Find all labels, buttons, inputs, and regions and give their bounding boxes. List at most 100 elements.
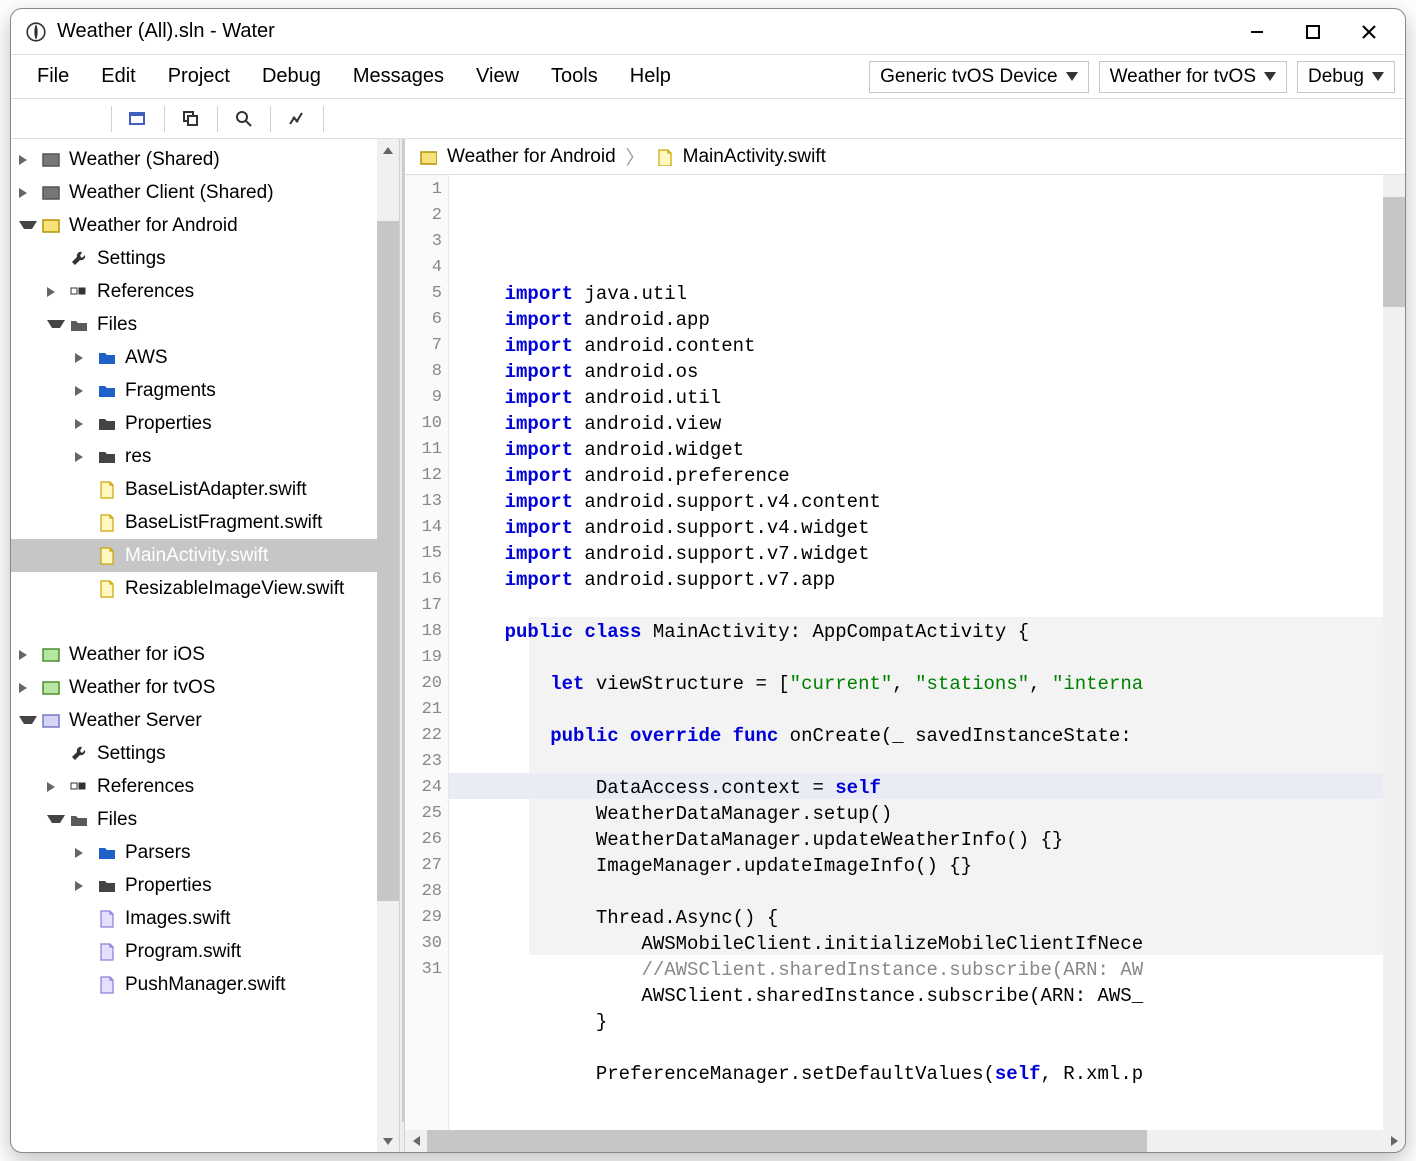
- disclosure-triangle-icon[interactable]: [75, 415, 93, 433]
- menu-view[interactable]: View: [460, 59, 535, 94]
- minimize-button[interactable]: [1229, 9, 1285, 55]
- disclosure-triangle-icon[interactable]: [75, 382, 93, 400]
- tree-item-label: References: [97, 776, 194, 798]
- tree-item[interactable]: Program.swift: [11, 935, 399, 968]
- tree-item[interactable]: BaseListAdapter.swift: [11, 473, 399, 506]
- disclosure-triangle-icon[interactable]: [19, 679, 37, 697]
- tree-item[interactable]: Weather for tvOS: [11, 671, 399, 704]
- file-lilac-icon: [97, 975, 117, 995]
- copy-button[interactable]: [169, 103, 213, 135]
- disclosure-triangle-icon: [47, 745, 65, 763]
- tree-item[interactable]: Weather for Android: [11, 209, 399, 242]
- tree-item-label: Weather for Android: [69, 215, 238, 237]
- scroll-down-icon[interactable]: [1383, 1108, 1405, 1130]
- wrench-icon: [69, 249, 89, 269]
- scheme-combo[interactable]: Weather for tvOS: [1099, 61, 1287, 93]
- tree-item[interactable]: Weather Server: [11, 704, 399, 737]
- proj-green-icon: [41, 645, 61, 665]
- search-button[interactable]: [222, 103, 266, 135]
- toolbar: [11, 99, 1405, 139]
- disclosure-triangle-icon[interactable]: [19, 217, 37, 235]
- scroll-up-icon[interactable]: [1383, 175, 1405, 197]
- tree-item[interactable]: Parsers: [11, 836, 399, 869]
- tree-item[interactable]: Files: [11, 803, 399, 836]
- tree-item[interactable]: [11, 605, 399, 638]
- target-device-combo[interactable]: Generic tvOS Device: [869, 61, 1088, 93]
- scroll-down-icon[interactable]: [377, 1130, 399, 1152]
- tree-item[interactable]: Settings: [11, 242, 399, 275]
- disclosure-triangle-icon[interactable]: [19, 184, 37, 202]
- tree-item[interactable]: Settings: [11, 737, 399, 770]
- tree-item[interactable]: References: [11, 770, 399, 803]
- scroll-right-icon[interactable]: [1383, 1130, 1405, 1152]
- title-bar: Weather (All).sln - Water: [11, 9, 1405, 55]
- close-button[interactable]: [1341, 9, 1397, 55]
- tree-item[interactable]: BaseListFragment.swift: [11, 506, 399, 539]
- menu-edit[interactable]: Edit: [85, 59, 151, 94]
- disclosure-triangle-icon: [75, 547, 93, 565]
- solution-explorer: Weather (Shared) Weather Client (Shared) W…: [11, 139, 399, 1152]
- scroll-up-icon[interactable]: [377, 139, 399, 161]
- disclosure-triangle-icon[interactable]: [19, 151, 37, 169]
- breadcrumb-file[interactable]: MainActivity.swift: [683, 146, 826, 168]
- menu-project[interactable]: Project: [152, 59, 246, 94]
- tree-item[interactable]: Fragments: [11, 374, 399, 407]
- tree-item[interactable]: Properties: [11, 407, 399, 440]
- disclosure-triangle-icon[interactable]: [19, 646, 37, 664]
- maximize-button[interactable]: [1285, 9, 1341, 55]
- code-area[interactable]: 1234567891011121314151617181920212223242…: [405, 175, 1405, 1130]
- scroll-left-icon[interactable]: [405, 1130, 427, 1152]
- disclosure-triangle-icon: [75, 910, 93, 928]
- disclosure-triangle-icon[interactable]: [47, 811, 65, 829]
- menu-messages[interactable]: Messages: [337, 59, 460, 94]
- tree-item[interactable]: Weather for iOS: [11, 638, 399, 671]
- disclosure-triangle-icon[interactable]: [75, 877, 93, 895]
- tree-item[interactable]: MainActivity.swift: [11, 539, 399, 572]
- chart-button[interactable]: [275, 103, 319, 135]
- folder-blue-icon: [97, 381, 117, 401]
- disclosure-triangle-icon[interactable]: [47, 316, 65, 334]
- tree-item[interactable]: res: [11, 440, 399, 473]
- disclosure-triangle-icon[interactable]: [75, 448, 93, 466]
- menu-file[interactable]: File: [21, 59, 85, 94]
- chevron-right-icon: 〉: [626, 143, 645, 170]
- folder-closed-icon: [97, 414, 117, 434]
- tree-item[interactable]: Weather Client (Shared): [11, 176, 399, 209]
- scrollbar-thumb[interactable]: [427, 1130, 1147, 1152]
- proj-green-icon: [41, 678, 61, 698]
- tree-item[interactable]: Properties: [11, 869, 399, 902]
- file-yellow-icon: [97, 546, 117, 566]
- tree-item[interactable]: ResizableImageView.swift: [11, 572, 399, 605]
- disclosure-triangle-icon[interactable]: [19, 712, 37, 730]
- tree-item[interactable]: AWS: [11, 341, 399, 374]
- tree-item[interactable]: Files: [11, 308, 399, 341]
- config-combo[interactable]: Debug: [1297, 61, 1395, 93]
- disclosure-triangle-icon[interactable]: [75, 349, 93, 367]
- disclosure-triangle-icon[interactable]: [47, 283, 65, 301]
- tree-item-label: References: [97, 281, 194, 303]
- tree-item[interactable]: Images.swift: [11, 902, 399, 935]
- tree-item[interactable]: References: [11, 275, 399, 308]
- menu-tools[interactable]: Tools: [535, 59, 614, 94]
- sidebar-scrollbar[interactable]: [377, 139, 399, 1152]
- tree-item[interactable]: PushManager.swift: [11, 968, 399, 1001]
- wrench-icon: [69, 744, 89, 764]
- menu-help[interactable]: Help: [614, 59, 687, 94]
- breadcrumb-project[interactable]: Weather for Android: [447, 146, 616, 168]
- tree-item-label: Weather (Shared): [69, 149, 220, 171]
- disclosure-triangle-icon[interactable]: [47, 778, 65, 796]
- editor-horizontal-scrollbar[interactable]: [405, 1130, 1405, 1152]
- menu-debug[interactable]: Debug: [246, 59, 337, 94]
- tree-item-label: PushManager.swift: [125, 974, 286, 996]
- tree-item[interactable]: Weather (Shared): [11, 143, 399, 176]
- disclosure-triangle-icon[interactable]: [75, 844, 93, 862]
- code-text[interactable]: import java.util import android.app impo…: [459, 281, 1405, 1087]
- tree-item-label: Settings: [97, 743, 166, 765]
- ref-icon: [69, 777, 89, 797]
- chart-icon: [287, 109, 307, 129]
- panel-icon: [128, 109, 148, 129]
- scrollbar-thumb[interactable]: [377, 221, 399, 901]
- project-icon: [419, 148, 437, 166]
- panel-toggle-button[interactable]: [116, 103, 160, 135]
- proj-lilac-icon: [41, 711, 61, 731]
